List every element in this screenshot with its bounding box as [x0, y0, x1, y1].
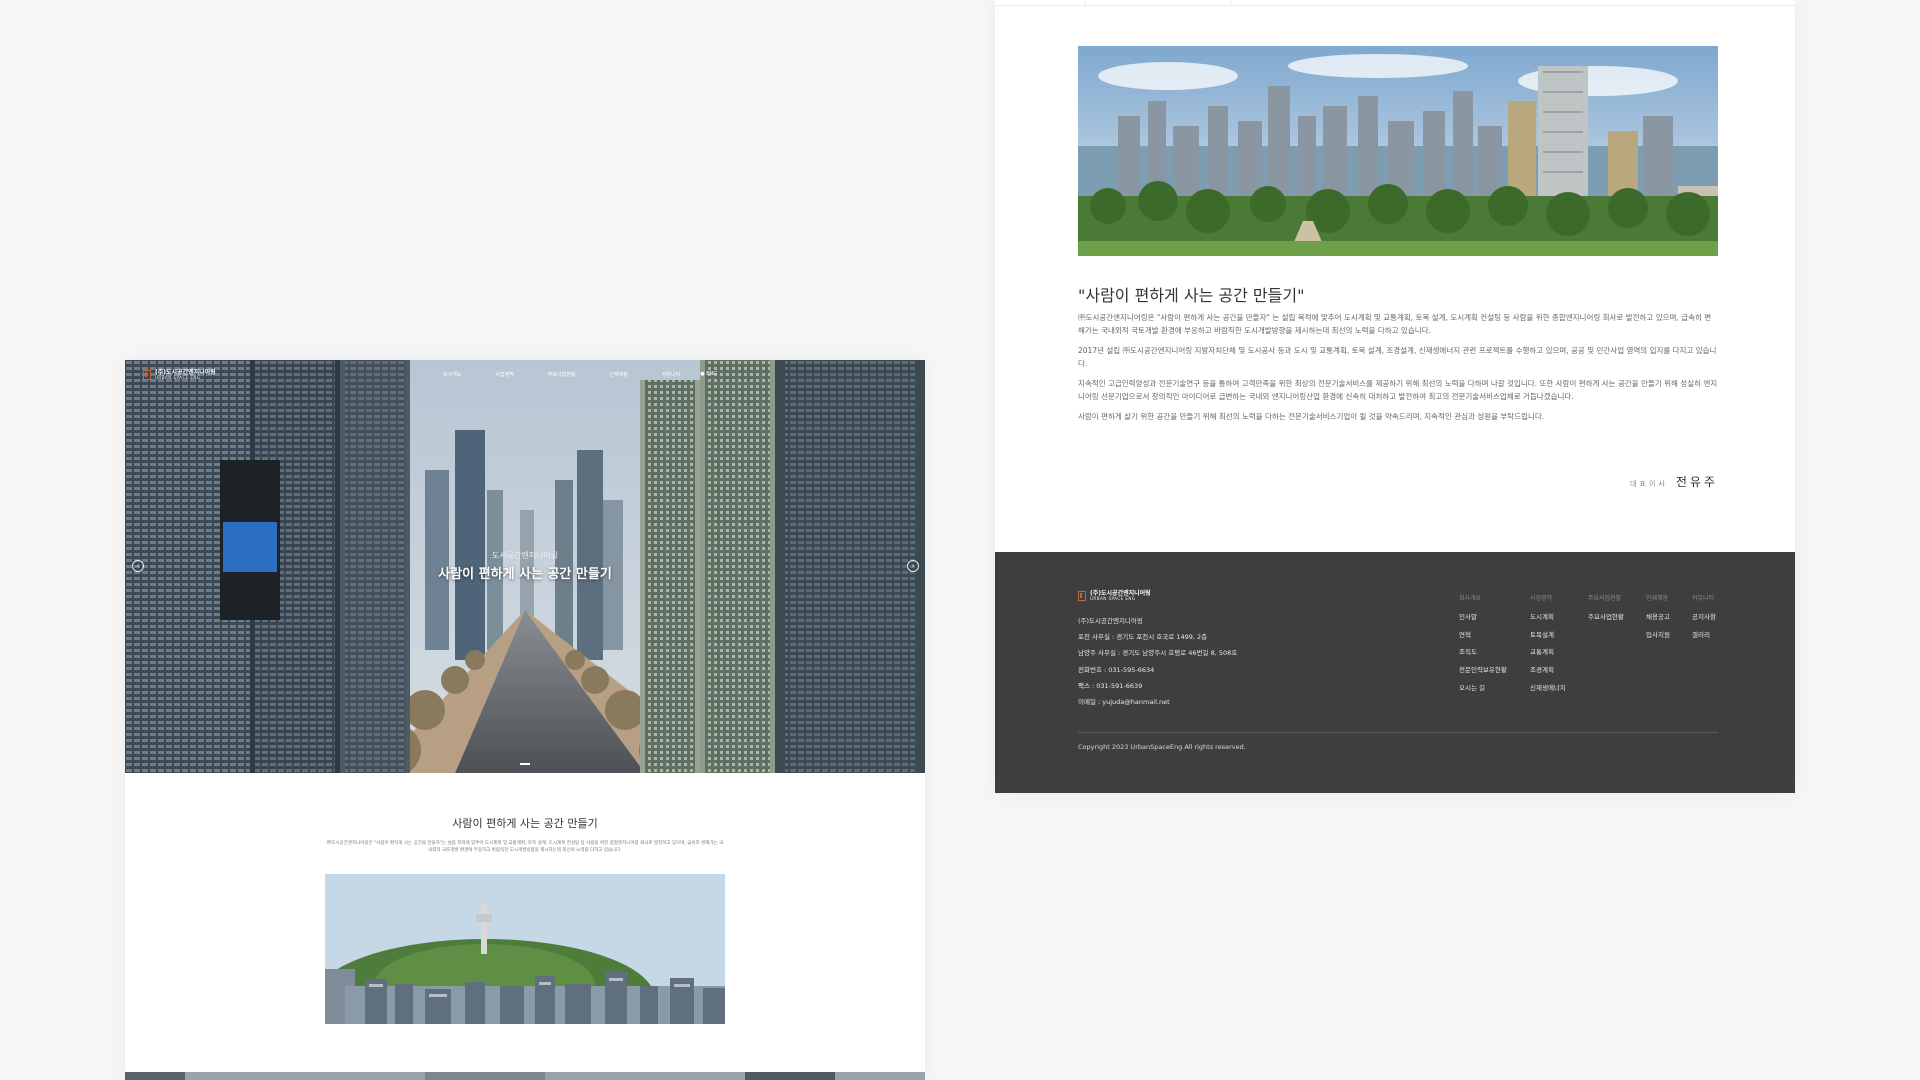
seoul-tower-photo: [325, 874, 725, 1024]
footer-copyright: Copyright 2023 UrbanSpaceEng All rights …: [1078, 743, 1246, 751]
footer-link[interactable]: 주요사업현황: [1588, 611, 1646, 629]
footer-col-heading[interactable]: 인재채용: [1646, 593, 1692, 611]
footer-link[interactable]: 전문인력보유현황: [1459, 664, 1530, 682]
footer-company-name: (주)도시공간엔지니어링: [1078, 617, 1143, 625]
menu-item-projects[interactable]: 주요사업현황: [548, 371, 576, 378]
slider-pagination-dot[interactable]: [520, 763, 530, 765]
footer-address-namyangju: 남양주 사무실 : 경기도 남양주시 호평로 46번길 8, 508호: [1078, 649, 1238, 658]
footer-link[interactable]: 조직도: [1459, 646, 1530, 664]
brand-logo-icon: [143, 370, 151, 380]
footer-link[interactable]: 채용공고: [1646, 611, 1692, 629]
chevron-right-icon[interactable]: ›: [907, 560, 919, 572]
main-menu: 회사개요 사업영역 주요사업현황 인재채용 커뮤니티: [443, 371, 680, 378]
footer-link[interactable]: 오시는 길: [1459, 682, 1530, 700]
greeting-paragraph: ㈜도시공간엔지니어링은 "사람이 편하게 사는 공간을 만들자" 는 설립 목적…: [1078, 313, 1712, 335]
sub-tab-strip: [995, 0, 1795, 6]
chevron-left-icon[interactable]: ‹: [132, 560, 144, 572]
footer-link[interactable]: 교통계획: [1530, 646, 1588, 664]
footer-col-company: 회사개요 인사말 연혁 조직도 전문인력보유현황 오시는 길: [1459, 593, 1530, 699]
menu-item-company[interactable]: 회사개요: [443, 371, 461, 378]
footer-link[interactable]: 갤러리: [1692, 629, 1732, 647]
ceo-signature: 대표이사 전유주: [1630, 473, 1718, 490]
logo-text-en: URBAN SPACE ENG: [155, 375, 201, 380]
footer-fax: 팩스 : 031-591-6639: [1078, 681, 1143, 690]
intro-description: ㈜도시공간엔지니어링은 "사람이 편하게 사는 공간을 만들자"는 설립 목적에…: [326, 841, 724, 853]
footer-link[interactable]: 신재생에너지: [1530, 682, 1588, 700]
footer-divider: [1078, 732, 1718, 733]
footer-company-info: (주)도시공간엔지니어링 포천 사무실 : 경기도 포천시 호국로 1499, …: [1078, 616, 1237, 713]
city-park-photo: [1078, 46, 1718, 256]
site-footer: (주)도시공간엔지니어링 URBAN SPACE ENG (주)도시공간엔지니어…: [995, 552, 1795, 793]
footer-col-heading[interactable]: 회사개요: [1459, 593, 1530, 611]
footer-link[interactable]: 조경계획: [1530, 664, 1588, 682]
greeting-body: ㈜도시공간엔지니어링은 "사람이 편하게 사는 공간을 만들자" 는 설립 목적…: [1078, 311, 1718, 430]
hero-top-nav: (주)도시공간엔지니어링 URBAN SPACE ENG 회사개요 사업영역 주…: [125, 360, 925, 390]
greeting-paragraph: 2017년 설립 ㈜도시공간엔지니어링 지방자치단체 및 도시공사 등과 도시 …: [1078, 346, 1717, 368]
intro-section: 사람이 편하게 사는 공간 만들기 ㈜도시공간엔지니어링은 "사람이 편하게 사…: [125, 773, 925, 1024]
language-toggle[interactable]: ● ENG: [700, 371, 717, 377]
greeting-page-preview: "사람이 편하게 사는 공간 만들기" ㈜도시공간엔지니어링은 "사람이 편하게…: [995, 0, 1795, 793]
footer-col-careers: 인재채용 채용공고 입사지원: [1646, 593, 1692, 699]
site-logo[interactable]: (주)도시공간엔지니어링 URBAN SPACE ENG: [143, 370, 216, 380]
greeting-paragraph: 지속적인 고급인력양성과 전문기술연구 등을 통하여 고객만족을 위한 최상의 …: [1078, 379, 1718, 401]
menu-item-careers[interactable]: 인재채용: [609, 371, 627, 378]
intro-title: 사람이 편하게 사는 공간 만들기: [452, 817, 598, 830]
next-section-photo-strip: [125, 1072, 925, 1080]
footer-col-community: 커뮤니티 공지사항 갤러리: [1692, 593, 1732, 699]
greeting-heading: "사람이 편하게 사는 공간 만들기": [1078, 286, 1305, 305]
footer-col-business: 사업영역 도시계획 토목설계 교통계획 조경계획 신재생에너지: [1530, 593, 1588, 699]
footer-logo[interactable]: (주)도시공간엔지니어링 URBAN SPACE ENG: [1078, 591, 1151, 601]
menu-item-community[interactable]: 커뮤니티: [662, 371, 680, 378]
footer-col-heading[interactable]: 커뮤니티: [1692, 593, 1732, 611]
footer-address-pocheon: 포천 사무실 : 경기도 포천시 호국로 1499, 2층: [1078, 633, 1208, 642]
footer-link[interactable]: 입사지원: [1646, 629, 1692, 647]
footer-link[interactable]: 연혁: [1459, 629, 1530, 647]
brand-logo-icon: [1078, 591, 1086, 601]
hero-title: 사람이 편하게 사는 공간 만들기: [438, 567, 612, 582]
footer-email: 이메일 : yujuda@hanmail.net: [1078, 697, 1170, 706]
footer-phone: 전화번호 : 031-595-6634: [1078, 665, 1155, 674]
footer-col-heading[interactable]: 주요사업현황: [1588, 593, 1646, 611]
greeting-paragraph: 사람이 편하게 살기 위한 공간을 만들기 위해 최선의 노력을 다하는 전문기…: [1078, 412, 1545, 421]
menu-item-business[interactable]: 사업영역: [495, 371, 513, 378]
signature-name: 전유주: [1675, 475, 1718, 489]
footer-col-heading[interactable]: 사업영역: [1530, 593, 1588, 611]
footer-logo-text-en: URBAN SPACE ENG: [1090, 596, 1136, 601]
homepage-preview: (주)도시공간엔지니어링 URBAN SPACE ENG 회사개요 사업영역 주…: [125, 360, 925, 1080]
footer-sitemap: 회사개요 인사말 연혁 조직도 전문인력보유현황 오시는 길 사업영역 도시계획…: [1459, 593, 1732, 699]
hero-slider: (주)도시공간엔지니어링 URBAN SPACE ENG 회사개요 사업영역 주…: [125, 360, 925, 773]
footer-link[interactable]: 토목설계: [1530, 629, 1588, 647]
footer-link[interactable]: 공지사항: [1692, 611, 1732, 629]
footer-col-projects: 주요사업현황 주요사업현황: [1588, 593, 1646, 699]
hero-subtitle: 도시공간엔지니어링: [491, 551, 559, 560]
footer-link[interactable]: 도시계획: [1530, 611, 1588, 629]
footer-link[interactable]: 인사말: [1459, 611, 1530, 629]
signature-role: 대표이사: [1630, 480, 1668, 488]
